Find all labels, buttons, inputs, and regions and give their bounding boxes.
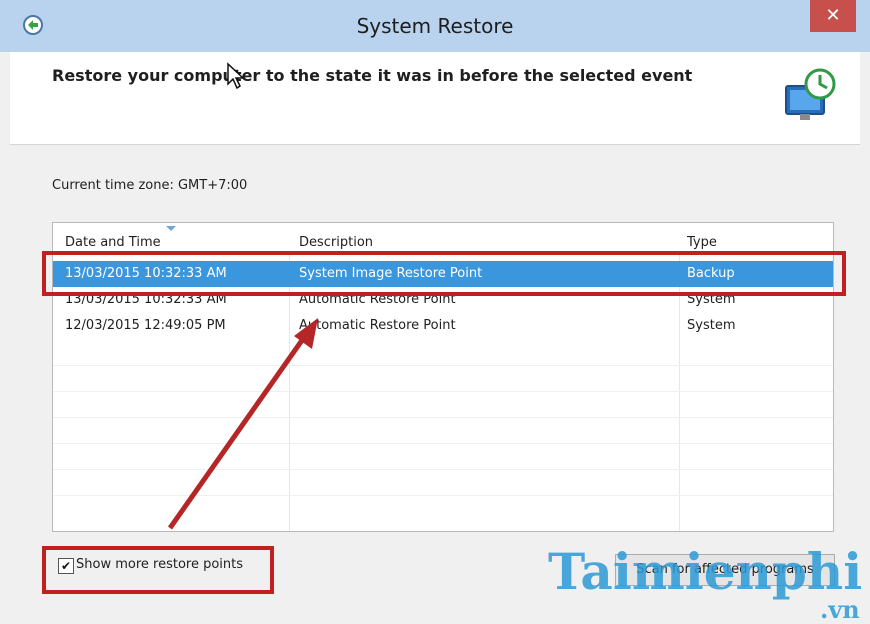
row-description: Automatic Restore Point bbox=[299, 318, 456, 333]
system-restore-window: System Restore ✕ Restore your computer t… bbox=[0, 0, 870, 624]
row-divider bbox=[53, 469, 833, 470]
table-row[interactable]: 12/03/2015 12:49:05 PM Automatic Restore… bbox=[53, 313, 833, 339]
timezone-label: Current time zone: GMT+7:00 bbox=[52, 178, 248, 193]
window-title: System Restore bbox=[356, 14, 514, 38]
row-divider bbox=[53, 495, 833, 496]
header-panel: Restore your computer to the state it wa… bbox=[10, 52, 860, 145]
row-divider bbox=[53, 391, 833, 392]
row-divider bbox=[53, 417, 833, 418]
annotation-highlight-checkbox bbox=[42, 546, 274, 594]
restore-point-monitor-icon bbox=[785, 68, 836, 120]
column-header-description[interactable]: Description bbox=[299, 235, 373, 250]
watermark-domain: .vn bbox=[820, 595, 860, 624]
column-header-date[interactable]: Date and Time bbox=[65, 235, 161, 250]
annotation-highlight-row bbox=[42, 251, 846, 296]
title-bar[interactable]: System Restore ✕ bbox=[0, 0, 870, 52]
row-divider bbox=[53, 443, 833, 444]
page-headline: Restore your computer to the state it wa… bbox=[52, 66, 693, 85]
row-date: 12/03/2015 12:49:05 PM bbox=[65, 318, 226, 333]
column-header-type[interactable]: Type bbox=[687, 235, 717, 250]
mouse-cursor-icon bbox=[227, 62, 245, 90]
row-divider bbox=[53, 365, 833, 366]
watermark-logo: Taimienphi bbox=[548, 542, 863, 601]
row-type: System bbox=[687, 318, 736, 333]
close-button[interactable]: ✕ bbox=[810, 0, 856, 32]
sort-arrow-icon bbox=[166, 226, 176, 231]
